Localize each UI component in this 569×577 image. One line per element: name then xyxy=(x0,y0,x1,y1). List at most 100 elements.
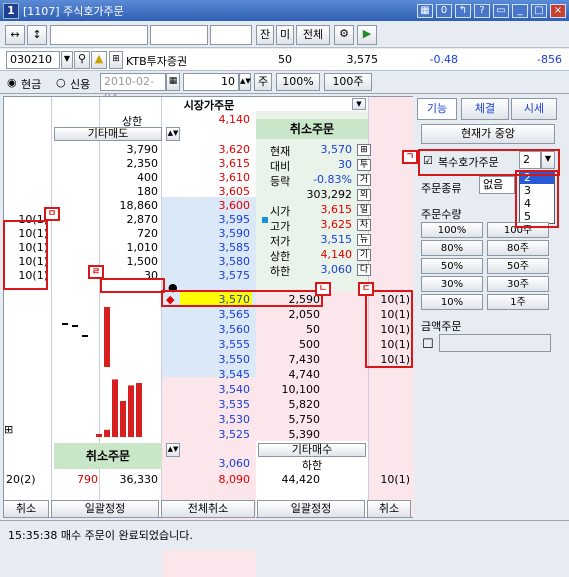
qty-shares-button[interactable]: 30주 xyxy=(487,276,549,292)
buy-price[interactable]: 3,540 xyxy=(162,383,251,396)
buy-quantity[interactable]: 5,820 xyxy=(256,398,321,411)
search-icon[interactable]: ⚲ xyxy=(74,51,90,69)
other-sell-button[interactable]: 기타매도 xyxy=(54,127,162,141)
sell-price[interactable]: 3,595 xyxy=(162,213,251,226)
qty-percent-button[interactable]: 100% xyxy=(421,222,483,238)
other-buy-button[interactable]: 기타매수 xyxy=(258,443,366,457)
count-input[interactable]: 10 xyxy=(183,73,239,91)
qty-percent-button[interactable]: 30% xyxy=(421,276,483,292)
calendar-icon[interactable]: ▦ xyxy=(166,73,180,91)
shares-select[interactable]: 100주 xyxy=(324,73,372,91)
all-button[interactable]: 전체 xyxy=(296,25,330,45)
qty-shares-button[interactable]: 1주 xyxy=(487,294,549,310)
cancel-order-sell[interactable]: 취소주문 xyxy=(256,119,368,139)
link-icon[interactable]: ↰ xyxy=(455,3,471,18)
side-tab-button[interactable]: 차 xyxy=(357,219,371,231)
side-tab-button[interactable]: 기 xyxy=(357,249,371,261)
side-tab-button[interactable]: ⊞ xyxy=(357,144,371,156)
sell-quantity[interactable]: 2,870 xyxy=(100,213,159,226)
buy-price[interactable]: 3,560 xyxy=(162,323,251,336)
sell-quantity[interactable]: 720 xyxy=(100,227,158,240)
amount-order-checkbox[interactable]: ☐ xyxy=(422,337,434,352)
buy-quantity[interactable]: 4,740 xyxy=(256,368,321,381)
buy-quantity[interactable]: 5,390 xyxy=(256,428,321,441)
bell-icon[interactable]: ▲ xyxy=(91,51,107,69)
sell-price[interactable]: 3,590 xyxy=(162,227,251,240)
side-tab-button[interactable]: 일 xyxy=(357,204,371,216)
date-field[interactable]: 2010-02-04 xyxy=(100,73,166,104)
tab-function[interactable]: 기능 xyxy=(417,98,457,120)
unit-button[interactable]: 주 xyxy=(254,73,272,91)
close-icon[interactable]: × xyxy=(550,3,566,18)
account-select[interactable] xyxy=(50,25,148,45)
chart-expand-icon[interactable]: ⊞ xyxy=(4,423,52,436)
buy-price[interactable]: 3,530 xyxy=(162,413,251,426)
sell-quantity[interactable]: 1,010 xyxy=(100,241,159,254)
zero-icon[interactable]: 0 xyxy=(436,3,452,18)
export-icon[interactable]: ▶ xyxy=(357,25,377,45)
maximize-icon[interactable]: □ xyxy=(531,3,547,18)
dropdown-icon[interactable]: ▼ xyxy=(61,51,73,69)
sell-quantity[interactable]: 180 xyxy=(100,185,158,198)
qty-percent-button[interactable]: 50% xyxy=(421,258,483,274)
count-spinner-icon[interactable]: ▲▼ xyxy=(239,73,251,91)
buy-price[interactable]: 3,535 xyxy=(162,398,251,411)
sell-price[interactable]: 3,615 xyxy=(162,157,251,170)
buy-price[interactable]: 3,555 xyxy=(162,338,251,351)
buy-quantity[interactable]: 10,100 xyxy=(256,383,321,396)
qty-percent-button[interactable]: 10% xyxy=(421,294,483,310)
buy-quantity[interactable]: 5,750 xyxy=(256,413,321,426)
sell-spinner-icon[interactable]: ▲▼ xyxy=(166,127,180,141)
cash-radio[interactable]: ◉ xyxy=(7,76,17,89)
tab-quote[interactable]: 시세 xyxy=(511,98,557,120)
cancel-sell-button[interactable]: 취소 xyxy=(3,500,49,518)
window-icon[interactable]: ▭ xyxy=(493,3,509,18)
account-name-field[interactable] xyxy=(150,25,208,45)
cancel-order-buy[interactable]: 취소주문 xyxy=(54,443,162,469)
side-tab-button[interactable]: 투 xyxy=(357,159,371,171)
order-type-select[interactable]: 없음 xyxy=(479,176,515,194)
bulk-edit-buy-button[interactable]: 일괄정정 xyxy=(257,500,365,518)
sell-price[interactable]: 3,605 xyxy=(162,185,251,198)
side-tab-button[interactable]: 다 xyxy=(357,264,371,276)
cancel-all-button[interactable]: 전체취소 xyxy=(161,500,255,518)
tab-execution[interactable]: 체결 xyxy=(461,98,509,120)
percent-select[interactable]: 100% xyxy=(276,73,320,91)
sell-price[interactable]: 3,620 xyxy=(162,143,251,156)
credit-radio[interactable]: ○ xyxy=(56,76,66,89)
buy-quantity[interactable]: 7,430 xyxy=(256,353,321,366)
buy-price[interactable]: 3,550 xyxy=(162,353,251,366)
sell-quantity[interactable]: 1,500 xyxy=(100,255,159,268)
sell-price[interactable]: 3,610 xyxy=(162,171,251,184)
side-tab-button[interactable]: 외 xyxy=(357,189,371,201)
sell-quantity[interactable]: 18,860 xyxy=(100,199,159,212)
market-order-header[interactable]: 시장가주문 xyxy=(162,97,256,113)
sell-price[interactable]: 3,585 xyxy=(162,241,251,254)
password-field[interactable] xyxy=(210,25,252,45)
center-current-price-button[interactable]: 현재가 중앙 xyxy=(421,124,555,144)
bulk-edit-sell-button[interactable]: 일괄정정 xyxy=(51,500,159,518)
buy-quantity[interactable]: 50 xyxy=(256,323,320,336)
buy-price[interactable]: 3,525 xyxy=(162,428,251,441)
buy-spinner-icon[interactable]: ▲▼ xyxy=(166,443,180,457)
buy-price[interactable]: 3,565 xyxy=(162,308,251,321)
expand-horizontal-icon[interactable]: ↔ xyxy=(5,25,25,45)
side-tab-button[interactable]: 뉴 xyxy=(357,234,371,246)
balance-button[interactable]: 잔 xyxy=(256,25,274,45)
cancel-buy-button[interactable]: 취소 xyxy=(367,500,411,518)
minimize-icon[interactable]: _ xyxy=(512,3,528,18)
qty-percent-button[interactable]: 80% xyxy=(421,240,483,256)
help-icon[interactable]: ? xyxy=(474,3,490,18)
buy-price[interactable]: 3,545 xyxy=(162,368,251,381)
unfilled-button[interactable]: 미 xyxy=(276,25,294,45)
sell-quantity[interactable]: 3,790 xyxy=(100,143,159,156)
header-dropdown-icon[interactable]: ▼ xyxy=(352,98,366,110)
amount-order-input[interactable] xyxy=(439,334,551,352)
sell-price[interactable]: 3,600 xyxy=(162,199,251,212)
sell-quantity[interactable]: 400 xyxy=(100,171,158,184)
side-tab-button[interactable]: 거 xyxy=(357,174,371,186)
qty-shares-button[interactable]: 80주 xyxy=(487,240,549,256)
sell-quantity[interactable]: 2,350 xyxy=(100,157,159,170)
qty-shares-button[interactable]: 50주 xyxy=(487,258,549,274)
buy-quantity[interactable]: 2,050 xyxy=(256,308,321,321)
